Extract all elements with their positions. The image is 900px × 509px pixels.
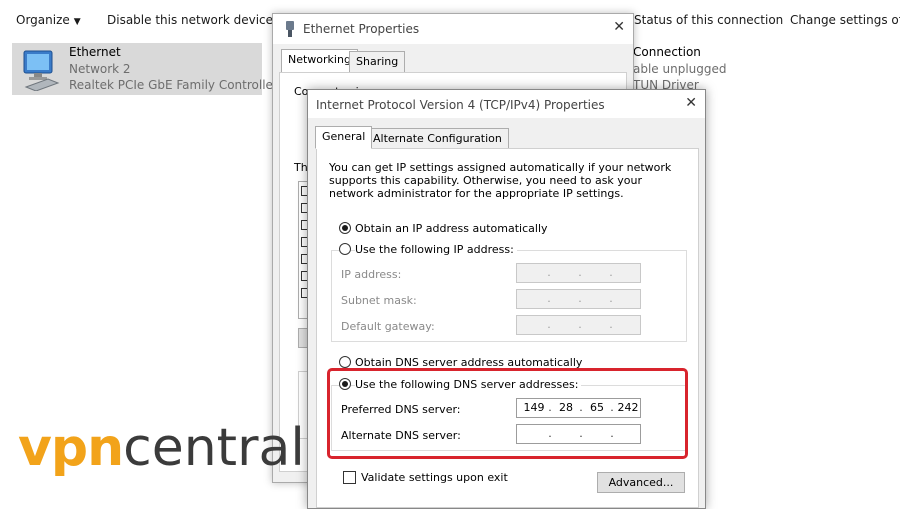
chevron-down-icon: ▼: [73, 17, 81, 27]
use-ip-radio[interactable]: [339, 243, 351, 255]
logo-vpn-text: vpn: [18, 418, 124, 478]
intro-text: You can get IP settings assigned automat…: [329, 161, 672, 200]
adapter-device: Realtek PCIe GbE Family Controller: [69, 78, 278, 92]
adapter2-status: able unplugged: [633, 62, 727, 76]
organize-menu[interactable]: Organize ▼: [16, 13, 81, 27]
ip-address-label: IP address:: [341, 268, 402, 281]
network-adapter-icon: [23, 50, 60, 91]
disable-device-button[interactable]: Disable this network device: [107, 13, 273, 27]
use-ip-label: Use the following IP address:: [355, 243, 517, 256]
default-gateway-label: Default gateway:: [341, 320, 435, 333]
adapter-ethernet[interactable]: Ethernet Network 2 Realtek PCIe GbE Fami…: [12, 43, 278, 95]
ethernet-dialog-title: Ethernet Properties: [303, 22, 420, 36]
validate-settings-checkbox[interactable]: [343, 471, 356, 484]
subnet-mask-label: Subnet mask:: [341, 294, 417, 307]
ethernet-titlebar[interactable]: Ethernet Properties ✕: [273, 14, 633, 44]
tab-general[interactable]: General: [315, 126, 373, 149]
ip-address-field: ...: [516, 263, 641, 283]
tab-networking[interactable]: Networking: [281, 49, 358, 73]
change-settings-button[interactable]: Change settings of th: [790, 13, 900, 27]
connection-status-button[interactable]: Status of this connection: [634, 13, 783, 27]
ethernet-plug-icon: [286, 21, 294, 37]
ethernet-close-icon[interactable]: ✕: [613, 19, 625, 35]
obtain-ip-auto-label: Obtain an IP address automatically: [355, 222, 548, 235]
tab-sharing[interactable]: Sharing: [349, 51, 406, 73]
vpncentral-logo: vpncentral: [18, 418, 305, 478]
tab-alternate-configuration[interactable]: Alternate Configuration: [366, 128, 509, 149]
advanced-button[interactable]: Advanced...: [597, 472, 685, 493]
adapter-network: Network 2: [69, 62, 131, 76]
logo-central-text: central: [123, 418, 305, 478]
ipv4-close-icon[interactable]: ✕: [685, 95, 697, 111]
adapter2-name: Connection: [633, 45, 701, 59]
obtain-dns-auto-radio[interactable]: [339, 356, 351, 368]
subnet-mask-field: ...: [516, 289, 641, 309]
dns-highlight-box: [327, 368, 688, 459]
ipv4-titlebar[interactable]: Internet Protocol Version 4 (TCP/IPv4) P…: [308, 90, 705, 118]
adapter-name: Ethernet: [69, 45, 121, 59]
validate-settings-label: Validate settings upon exit: [361, 471, 508, 484]
default-gateway-field: ...: [516, 315, 641, 335]
connection-items-label: Th: [294, 161, 308, 174]
obtain-ip-auto-radio[interactable]: [339, 222, 351, 234]
ipv4-dialog-title: Internet Protocol Version 4 (TCP/IPv4) P…: [316, 98, 605, 112]
